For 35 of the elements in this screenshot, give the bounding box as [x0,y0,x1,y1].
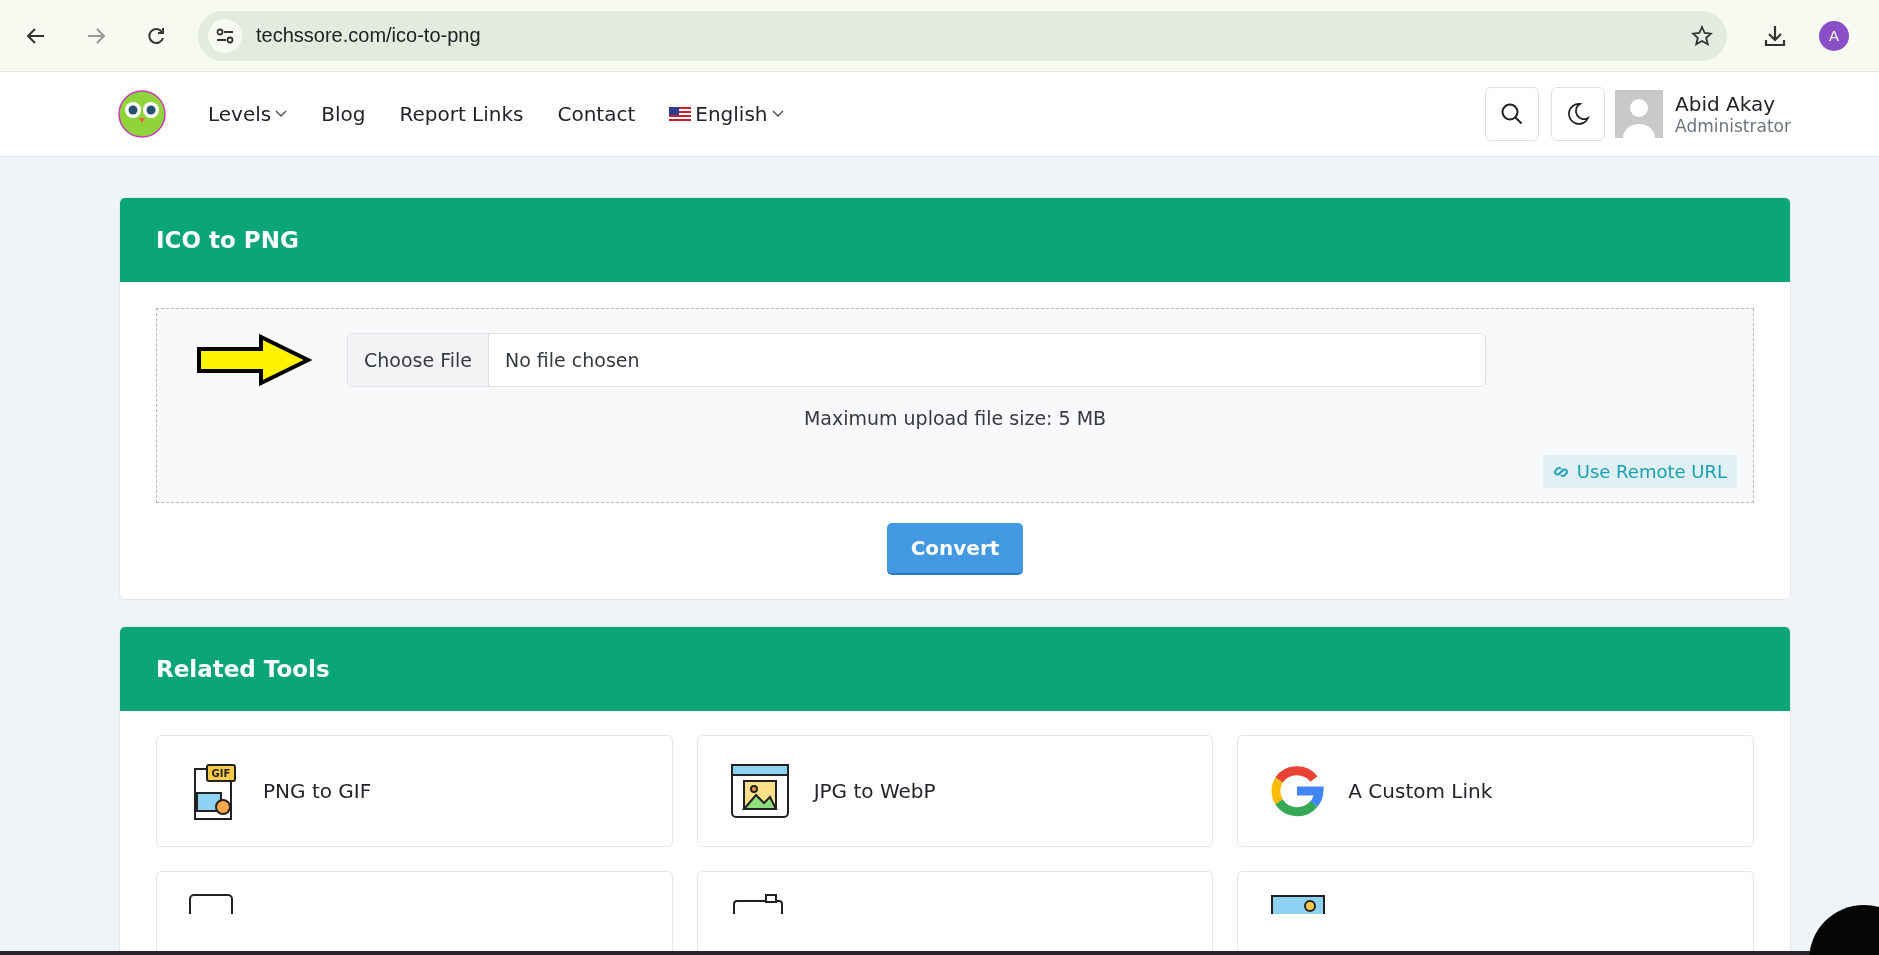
tool-label: JPG to WebP [813,779,936,803]
nav-link[interactable]: Levels [208,102,288,126]
url-text: techssore.com/ico-to-png [256,24,482,47]
nav-link[interactable]: Blog [321,102,366,126]
choose-file-button[interactable]: Choose File [348,334,489,386]
search-button[interactable] [1485,87,1540,141]
moon-icon [1566,102,1591,126]
user-name: Abid Akay [1675,92,1777,116]
nav-link[interactable]: Contact [557,102,636,126]
download-icon[interactable] [1763,23,1787,48]
tool-label: A Custom Link [1348,779,1493,803]
upload-size-hint: Maximum upload file size: 5 MB [803,407,1107,429]
file-input[interactable]: Choose File No file chosen [347,333,1486,387]
site-settings-icon[interactable] [208,18,242,53]
card-title: ICO to PNG [156,227,299,253]
tool-card[interactable]: JPG to WebP [696,735,1214,847]
tool-label: PNG to GIF [263,779,372,803]
nav-link[interactable]: English [669,102,784,126]
address-bar[interactable]: techssore.com/ico-to-png [198,10,1727,61]
screen-icon [189,894,233,914]
owl-logo-icon[interactable] [118,90,166,138]
user-role: Administrator [1675,116,1791,136]
g-logo-icon [1270,764,1325,818]
picture-icon [1270,894,1327,914]
tool-card[interactable]: GIF PNG to GIF [156,735,673,847]
search-icon [1500,102,1525,126]
star-icon[interactable] [1691,24,1713,47]
image-window-icon [729,763,790,819]
card-title: Related Tools [156,656,330,682]
nav-link[interactable]: Report Links [399,102,524,126]
file-status: No file chosen [504,348,640,373]
dark-mode-button[interactable] [1551,87,1606,141]
tool-card[interactable]: A Custom Link [1237,735,1754,847]
us-flag-icon [669,107,692,121]
profile-avatar[interactable]: A [1819,20,1849,51]
